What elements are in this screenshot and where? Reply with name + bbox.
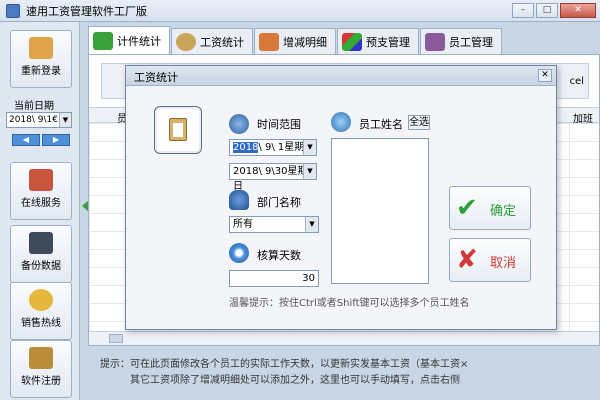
online-service-button[interactable]: 在线服务 [10, 162, 72, 220]
disk-icon [29, 232, 53, 254]
hint-line-2: 其它工资项除了增减明细处可以添加之外，这里也可以手动填写，点击右侧 [130, 375, 460, 386]
dialog-title: 工资统计 [126, 66, 556, 86]
register-button[interactable]: 软件注册 [10, 340, 72, 398]
house-icon [29, 169, 53, 191]
sidebar: 重新登录 当前日期 2018\ 9\1€ ▼ ◀ ▶ 在线服务 备份数据 销售热… [0, 22, 80, 400]
relogin-button[interactable]: 重新登录 [10, 30, 72, 88]
tab-label: 预支管理 [366, 35, 410, 49]
relogin-label: 重新登录 [21, 66, 61, 77]
backup-button[interactable]: 备份数据 [10, 225, 72, 283]
tab-label: 计件统计 [117, 34, 161, 48]
cancel-button[interactable]: ✘ 取消 [449, 238, 531, 282]
person-icon [229, 190, 249, 210]
window-controls: – □ ✕ [512, 3, 596, 18]
end-date-value: 2018\ 9\30星期日 [233, 166, 308, 192]
hotline-label: 销售热线 [21, 318, 61, 329]
hint-text: 提示：可在此页面修改各个员工的实际工作天数，以更新实发基本工资（基本工资× 其它… [100, 357, 600, 389]
start-date-select[interactable]: 2018\ 9\ 1星期六 ▼ [229, 139, 317, 156]
sun-gear-icon [229, 243, 249, 263]
salary-stats-dialog: 工资统计 ✕ 时间范围 2018\ 9\ 1星期六 ▼ 2018\ 9\30星期… [125, 65, 557, 330]
confirm-button[interactable]: ✔ 确定 [449, 186, 531, 230]
chevron-down-icon: ▼ [303, 164, 316, 179]
start-date-year: 2018 [233, 142, 259, 153]
key-icon [29, 347, 53, 369]
minimize-button[interactable]: – [512, 3, 534, 18]
cross-icon: ✘ [456, 245, 478, 275]
tab-adjustments[interactable]: 增减明细 [254, 28, 336, 54]
close-button[interactable]: ✕ [560, 3, 596, 18]
tab-label: 工资统计 [200, 35, 244, 49]
main-tabs: 计件统计 工资统计 增减明细 预支管理 员工管理 [88, 26, 503, 54]
employee-name-label: 员工姓名 [359, 118, 403, 131]
days-input[interactable]: 30 [229, 270, 319, 287]
globe-icon [331, 112, 351, 132]
cancel-label: 取消 [490, 256, 517, 271]
department-label: 部门名称 [257, 196, 301, 209]
days-label: 核算天数 [257, 249, 301, 262]
export-excel-button[interactable]: cel [570, 76, 584, 87]
current-date-select[interactable]: 2018\ 9\1€ ▼ [6, 112, 72, 128]
title-bar: 速用工资管理软件工厂版 – □ ✕ [0, 0, 600, 22]
tab-advances[interactable]: 预支管理 [337, 28, 419, 54]
time-range-label: 时间范围 [257, 118, 301, 131]
chevron-down-icon: ▼ [59, 113, 71, 127]
phone-globe-icon [29, 289, 53, 311]
dialog-close-button[interactable]: ✕ [538, 69, 552, 82]
hotline-button[interactable]: 销售热线 [10, 282, 72, 340]
scroll-thumb[interactable] [109, 334, 123, 343]
clock-icon [229, 114, 249, 134]
tab-label: 员工管理 [449, 35, 493, 49]
register-label: 软件注册 [21, 376, 61, 387]
end-date-select[interactable]: 2018\ 9\30星期日 ▼ [229, 163, 317, 192]
department-value: 所有 [233, 219, 253, 230]
chevron-down-icon: ▼ [303, 140, 316, 155]
date-nav: ◀ ▶ [12, 134, 70, 146]
hint-line-1: 提示：可在此页面修改各个员工的实际工作天数，以更新实发基本工资（基本工资× [100, 359, 469, 370]
select-all-button[interactable]: 全选 [408, 115, 430, 130]
chevron-down-icon: ▼ [305, 217, 318, 232]
department-select[interactable]: 所有 ▼ [229, 216, 319, 233]
online-service-label: 在线服务 [21, 198, 61, 209]
cube-icon [342, 32, 362, 51]
employee-list[interactable] [331, 138, 429, 284]
horizontal-scrollbar[interactable] [89, 331, 599, 345]
check-icon: ✔ [456, 193, 478, 223]
tab-piece-stats[interactable]: 计件统计 [88, 26, 170, 54]
user-icon [29, 37, 53, 59]
app-icon [6, 3, 20, 18]
backup-label: 备份数据 [21, 261, 61, 272]
current-date-label: 当前日期 [14, 101, 54, 112]
next-date-button[interactable]: ▶ [42, 134, 70, 146]
dialog-tip: 温馨提示：按住Ctrl或者Shift键可以选择多个员工姓名 [229, 298, 470, 309]
tab-salary-stats[interactable]: 工资统计 [171, 28, 253, 54]
clipboard-icon [154, 106, 202, 154]
money-bag-icon [176, 32, 196, 51]
book-icon [259, 32, 279, 51]
clipboard-icon [93, 31, 113, 50]
app-title: 速用工资管理软件工厂版 [26, 4, 147, 18]
tab-employees[interactable]: 员工管理 [420, 28, 502, 54]
prev-date-button[interactable]: ◀ [12, 134, 40, 146]
maximize-button[interactable]: □ [536, 3, 558, 18]
people-icon [425, 32, 445, 51]
tab-label: 增减明细 [283, 35, 327, 49]
current-date-value: 2018\ 9\1€ [9, 115, 59, 125]
confirm-label: 确定 [490, 204, 517, 219]
